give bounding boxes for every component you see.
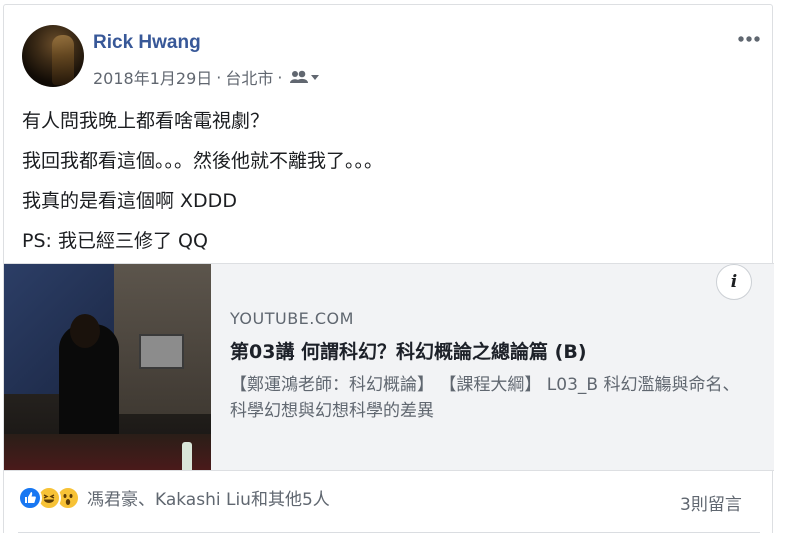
link-title[interactable]: 第03講 何謂科幻？科幻概論之總論篇 (B) [230,337,587,364]
comments-count[interactable]: 3則留言 [680,490,742,515]
reactors-text[interactable]: 馮君豪、Kakashi Liu和其他5人 [87,485,330,510]
post-card: Rick Hwang 2018年1月29日 · 台北市 · 有人問我晚上都看啥電… [3,4,774,533]
link-description: 【鄭運鴻老師：科幻概論】 【課程大綱】 L03_B 科幻濫觴與命名、科學幻想與幻… [230,375,740,421]
author-name[interactable]: Rick Hwang [93,32,201,54]
post-location[interactable]: 台北市 [225,65,273,89]
friends-icon[interactable] [290,70,320,84]
whiteboard [139,334,184,369]
meta-separator-2: · [277,67,283,87]
post-line: 我回我都看這個。。。然後他就不離我了。。。 [22,150,384,172]
like-icon [18,485,42,510]
avatar-figure [52,35,74,85]
audience-heads [4,434,211,470]
lecturer-head [70,314,100,348]
water-bottle [182,442,192,470]
info-icon[interactable]: i [716,264,752,300]
author-avatar[interactable] [22,25,84,87]
more-options-icon[interactable] [736,29,764,49]
link-domain: YOUTUBE.COM [230,309,354,328]
post-line: 我真的是看這個啊 XDDD [22,190,237,212]
post-meta: 2018年1月29日 · 台北市 · [93,65,320,89]
link-preview[interactable]: i YOUTUBE.COM 第03講 何謂科幻？科幻概論之總論篇 (B) 【鄭運… [4,263,774,471]
meta-separator: · [216,67,222,87]
reactions-summary[interactable]: 馮君豪、Kakashi Liu和其他5人 [18,485,330,510]
video-thumbnail[interactable] [4,264,211,470]
post-body: 有人問我晚上都看啥電視劇？ 我回我都看這個。。。然後他就不離我了。。。 我真的是… [22,101,383,261]
post-line: 有人問我晚上都看啥電視劇？ [22,110,270,132]
post-date[interactable]: 2018年1月29日 [93,65,212,89]
post-line: PS: 我已經三修了 QQ [22,230,208,252]
